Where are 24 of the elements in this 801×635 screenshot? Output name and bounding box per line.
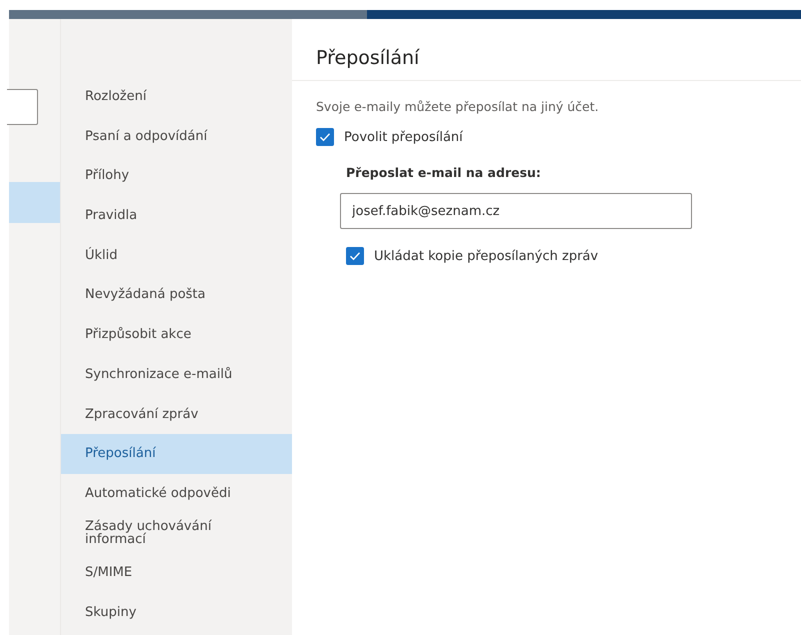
settings-menu-item[interactable]: Skupiny	[61, 592, 292, 633]
settings-menu-item[interactable]: S/MIME	[61, 553, 292, 593]
settings-menu-item[interactable]: Automatické odpovědi	[61, 474, 292, 514]
settings-menu-item[interactable]: Nevyžádaná pošta	[61, 275, 292, 316]
checkbox-label: Ukládat kopie přeposílaných zpráv	[374, 248, 598, 264]
nav-highlight	[9, 182, 60, 223]
settings-menu-item[interactable]: Synchronizace e-mailů	[61, 354, 292, 394]
settings-menu-item[interactable]: Psaní a odpovídání	[61, 116, 292, 156]
search-field[interactable]	[7, 89, 38, 125]
settings-menu-item[interactable]: Pravidla	[61, 196, 292, 236]
settings-menu-item[interactable]: Rozložení	[61, 77, 292, 117]
panel-title: Přeposílání	[292, 19, 801, 81]
settings-menu-item[interactable]: Přílohy	[61, 156, 292, 196]
email-input-field[interactable]: josef.fabik@seznam.cz	[340, 193, 692, 229]
checkbox[interactable]	[346, 247, 364, 265]
settings-menu-item[interactable]: Zásady uchovávání informací	[61, 514, 292, 554]
settings-menu-item[interactable]: Přeposílání	[61, 434, 292, 474]
settings-menu-item[interactable]: Zpracování zpráv	[61, 394, 292, 434]
checkbox-label: Povolit přeposílání	[344, 130, 463, 144]
settings-menu-item[interactable]: Přizpůsobit akce	[61, 315, 292, 355]
field-label: Přeposlat e-mail na adresu:	[346, 165, 542, 180]
description-text: Svoje e-maily můžete přeposílat na jiný účet.	[316, 99, 600, 114]
checkbox[interactable]	[316, 128, 334, 146]
settings-menu-item[interactable]: Úklid	[61, 236, 292, 276]
